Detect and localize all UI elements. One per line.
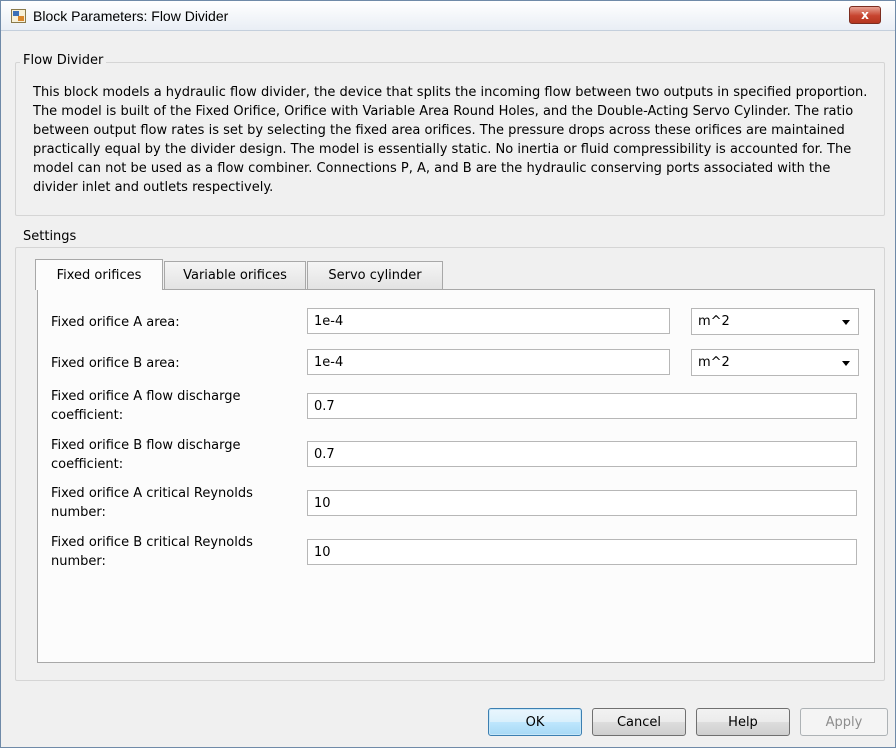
orifice-b-reynolds-input[interactable]: 10 [307, 539, 857, 565]
ok-button-label: OK [525, 714, 545, 730]
simulink-block-icon [11, 9, 26, 23]
orifice-a-area-unit-select[interactable]: m^2 [691, 308, 859, 335]
tab-label: Fixed orifices [56, 267, 142, 283]
orifice-a-discharge-coeff-label: Fixed orifice A flow discharge coefficie… [51, 389, 241, 423]
block-description: This block models a hydraulic flow divid… [33, 85, 868, 195]
title-bar[interactable]: Block Parameters: Flow Divider x [1, 1, 895, 31]
tab-label: Variable orifices [183, 268, 287, 283]
orifice-b-reynolds-label: Fixed orifice B critical Reynolds number… [51, 535, 253, 569]
orifice-a-area-input[interactable]: 1e-4 [307, 308, 670, 334]
settings-group-label: Settings [20, 229, 80, 244]
orifice-b-discharge-coeff-label: Fixed orifice B flow discharge coefficie… [51, 438, 241, 472]
orifice-a-reynolds-input[interactable]: 10 [307, 490, 857, 516]
cancel-button[interactable]: Cancel [592, 708, 686, 736]
orifice-a-discharge-coeff-input[interactable]: 0.7 [307, 393, 857, 419]
apply-button[interactable]: Apply [800, 708, 888, 736]
apply-button-label: Apply [825, 714, 863, 730]
orifice-a-area-label: Fixed orifice A area: [51, 315, 180, 330]
unit-value: m^2 [698, 314, 730, 329]
orifice-a-reynolds-label: Fixed orifice A critical Reynolds number… [51, 486, 253, 520]
tab-label: Servo cylinder [328, 268, 422, 283]
tab-fixed-orifices[interactable]: Fixed orifices [35, 259, 163, 290]
orifice-b-area-label: Fixed orifice B area: [51, 356, 180, 371]
fixed-orifices-panel [37, 289, 875, 663]
dialog-window: Block Parameters: Flow Divider x Flow Di… [0, 0, 896, 748]
orifice-b-area-unit-select[interactable]: m^2 [691, 349, 859, 376]
window-title: Block Parameters: Flow Divider [33, 8, 229, 24]
chevron-down-icon [842, 361, 850, 366]
close-button[interactable]: x [849, 6, 881, 24]
tab-variable-orifices[interactable]: Variable orifices [164, 261, 306, 289]
cancel-button-label: Cancel [616, 714, 662, 730]
close-icon: x [861, 8, 869, 22]
orifice-b-discharge-coeff-input[interactable]: 0.7 [307, 441, 857, 467]
unit-value: m^2 [698, 355, 730, 370]
chevron-down-icon [842, 320, 850, 325]
orifice-b-area-input[interactable]: 1e-4 [307, 349, 670, 375]
tab-servo-cylinder[interactable]: Servo cylinder [307, 261, 443, 289]
description-group-label: Flow Divider [20, 53, 107, 68]
help-button[interactable]: Help [696, 708, 790, 736]
ok-button[interactable]: OK [488, 708, 582, 736]
help-button-label: Help [728, 714, 758, 730]
